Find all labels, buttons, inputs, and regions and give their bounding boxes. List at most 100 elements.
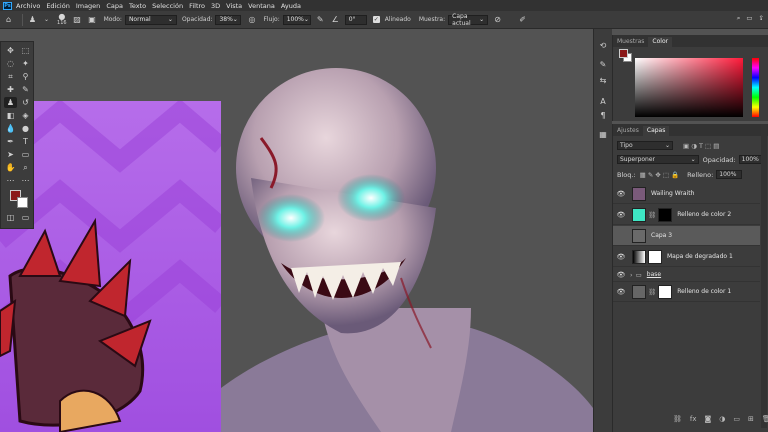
color-panel-foreground-swatch[interactable] (619, 49, 628, 58)
lock-icons[interactable]: ▦ ✎ ✥ ⬚ 🔒 (640, 171, 680, 179)
healing-brush-icon[interactable]: ✚ (4, 84, 17, 95)
workspace-icon[interactable]: ▭ (746, 14, 752, 23)
character-icon[interactable]: A (597, 95, 609, 107)
pen-tool-icon[interactable]: ✒ (4, 136, 17, 147)
opacity-input[interactable]: 38% ⌄ (215, 14, 242, 25)
layer-row[interactable]: 👁 ⛓ Relleno de color 1 (613, 282, 760, 302)
photoshop-logo[interactable]: Ps (3, 1, 12, 10)
color-picker-field[interactable] (635, 58, 743, 117)
clone-stamp-tool-icon[interactable]: ♟ (4, 97, 17, 108)
hue-slider[interactable] (752, 58, 759, 117)
history-brush-icon[interactable]: ↺ (19, 97, 32, 108)
zoom-tool-icon[interactable]: ⌕ (19, 162, 32, 173)
chevron-right-icon[interactable]: › (630, 271, 633, 279)
fx-icon[interactable]: fx (690, 415, 697, 423)
flow-input[interactable]: 100% ⌄ (282, 14, 311, 25)
layer-row[interactable]: 👁 Wailing Wraith (613, 184, 760, 204)
eyedropper-icon[interactable]: ⚲ (19, 71, 32, 82)
history-icon[interactable]: ⟲ (597, 39, 609, 51)
pressure-size-icon[interactable]: ✐ (517, 14, 528, 25)
sample-select[interactable]: Capa actual ⌄ (448, 13, 489, 27)
hand-tool-icon[interactable]: ✋ (4, 162, 17, 173)
magic-wand-icon[interactable]: ✦ (19, 58, 32, 69)
pressure-opacity-icon[interactable]: ◎ (246, 14, 257, 25)
home-icon[interactable]: ⌂ (3, 14, 14, 25)
marquee-tool-icon[interactable]: ⬚ (19, 45, 32, 56)
brush-panel-icon[interactable]: ✎ (597, 58, 609, 70)
trash-icon[interactable]: 🗑 (762, 415, 768, 423)
layer-opacity-value: 100% (741, 156, 759, 163)
rectangle-tool-icon[interactable]: ▭ (19, 149, 32, 160)
menu-imagen[interactable]: Imagen (76, 2, 100, 10)
angle-input[interactable]: 0° (344, 14, 367, 25)
new-layer-icon[interactable]: ⊞ (748, 415, 754, 423)
menu-3d[interactable]: 3D (211, 2, 220, 10)
move-tool-icon[interactable]: ✥ (4, 45, 17, 56)
menu-edicion[interactable]: Edición (46, 2, 70, 10)
type-tool-icon[interactable]: T (19, 136, 32, 147)
eye-icon[interactable]: 👁 (616, 253, 626, 261)
link-layers-icon[interactable]: ⛓ (673, 415, 682, 423)
fill-value: 100% (719, 171, 737, 178)
add-mask-icon[interactable]: ◙ (705, 415, 712, 423)
paint-bucket-icon[interactable]: ◈ (19, 110, 32, 121)
path-selection-icon[interactable]: ➤ (4, 149, 17, 160)
menu-filtro[interactable]: Filtro (189, 2, 205, 10)
more-tools-icon[interactable]: ⋯ (19, 175, 32, 186)
tab-color[interactable]: Color (648, 37, 673, 47)
ignore-adjustment-icon[interactable]: ⊘ (492, 14, 503, 25)
layer-row[interactable]: Capa 3 (613, 226, 760, 246)
dodge-tool-icon[interactable]: ● (19, 123, 32, 134)
brush-tool-icon[interactable]: ✎ (19, 84, 32, 95)
screen-mode-icon[interactable]: ▭ (19, 212, 32, 223)
chevron-down-icon: ⌄ (167, 16, 173, 23)
menu-capa[interactable]: Capa (106, 2, 123, 10)
blend-mode-select[interactable]: Superponer ⌄ (617, 155, 699, 164)
new-group-icon[interactable]: ▭ (733, 415, 740, 423)
menu-texto[interactable]: Texto (129, 2, 146, 10)
fill-input[interactable]: 100% (716, 170, 743, 179)
mode-select[interactable]: Normal ⌄ (124, 14, 177, 25)
menu-seleccion[interactable]: Selección (152, 2, 183, 10)
layers-scrollbar[interactable] (761, 124, 767, 428)
canvas-area[interactable] (0, 29, 612, 432)
layer-group-row[interactable]: 👁 › ▭ base (613, 268, 760, 282)
libraries-icon[interactable]: ▦ (597, 128, 609, 140)
crop-tool-icon[interactable]: ⌗ (4, 71, 17, 82)
lasso-tool-icon[interactable]: ◌ (4, 58, 17, 69)
tab-capas[interactable]: Capas (642, 126, 670, 136)
layer-row[interactable]: 👁 ⛓ Relleno de color 2 (613, 205, 760, 225)
background-color-swatch[interactable] (17, 197, 28, 208)
layer-filter-select[interactable]: Tipo ⌄ (617, 141, 673, 150)
search-icon[interactable]: ⌕ (737, 14, 741, 23)
filter-type-icons[interactable]: ▣ ◑ T ⬚ ▤ (683, 142, 719, 150)
menu-ventana[interactable]: Ventana (248, 2, 275, 10)
link-icon: ⛓ (648, 210, 657, 219)
paragraph-icon[interactable]: ¶ (597, 109, 609, 121)
edit-toolbar-icon[interactable]: ⋯ (4, 175, 17, 186)
properties-icon[interactable]: ⇆ (597, 74, 609, 86)
blur-tool-icon[interactable]: 💧 (4, 123, 17, 134)
adjustment-layer-icon[interactable]: ◑ (719, 415, 725, 423)
tab-muestras[interactable]: Muestras (613, 37, 648, 47)
dropdown-caret-icon[interactable]: ⌄ (44, 16, 49, 23)
eye-icon[interactable]: 👁 (616, 288, 626, 296)
tab-ajustes[interactable]: Ajustes (613, 126, 643, 136)
aligned-checkbox[interactable]: ✓ (372, 16, 380, 23)
eye-icon[interactable]: 👁 (616, 211, 626, 219)
menu-archivo[interactable]: Archivo (16, 2, 40, 10)
share-icon[interactable]: ⇪ (759, 14, 764, 23)
eye-icon[interactable]: 👁 (616, 190, 626, 198)
eraser-tool-icon[interactable]: ◧ (4, 110, 17, 121)
eye-icon[interactable]: 👁 (616, 271, 626, 279)
menu-ayuda[interactable]: Ayuda (281, 2, 301, 10)
clone-stamp-icon[interactable]: ♟ (27, 14, 38, 25)
fill-label: Relleno: (687, 170, 714, 179)
brush-preset-picker[interactable]: ● 116 (57, 13, 67, 27)
quick-mask-icon[interactable]: ◫ (4, 212, 17, 223)
layer-row[interactable]: 👁 Mapa de degradado 1 (613, 247, 760, 267)
brush-settings-icon[interactable]: ▨ (72, 14, 83, 25)
menu-vista[interactable]: Vista (226, 2, 242, 10)
clone-source-icon[interactable]: ▣ (87, 14, 98, 25)
airbrush-icon[interactable]: ✎ (315, 14, 326, 25)
